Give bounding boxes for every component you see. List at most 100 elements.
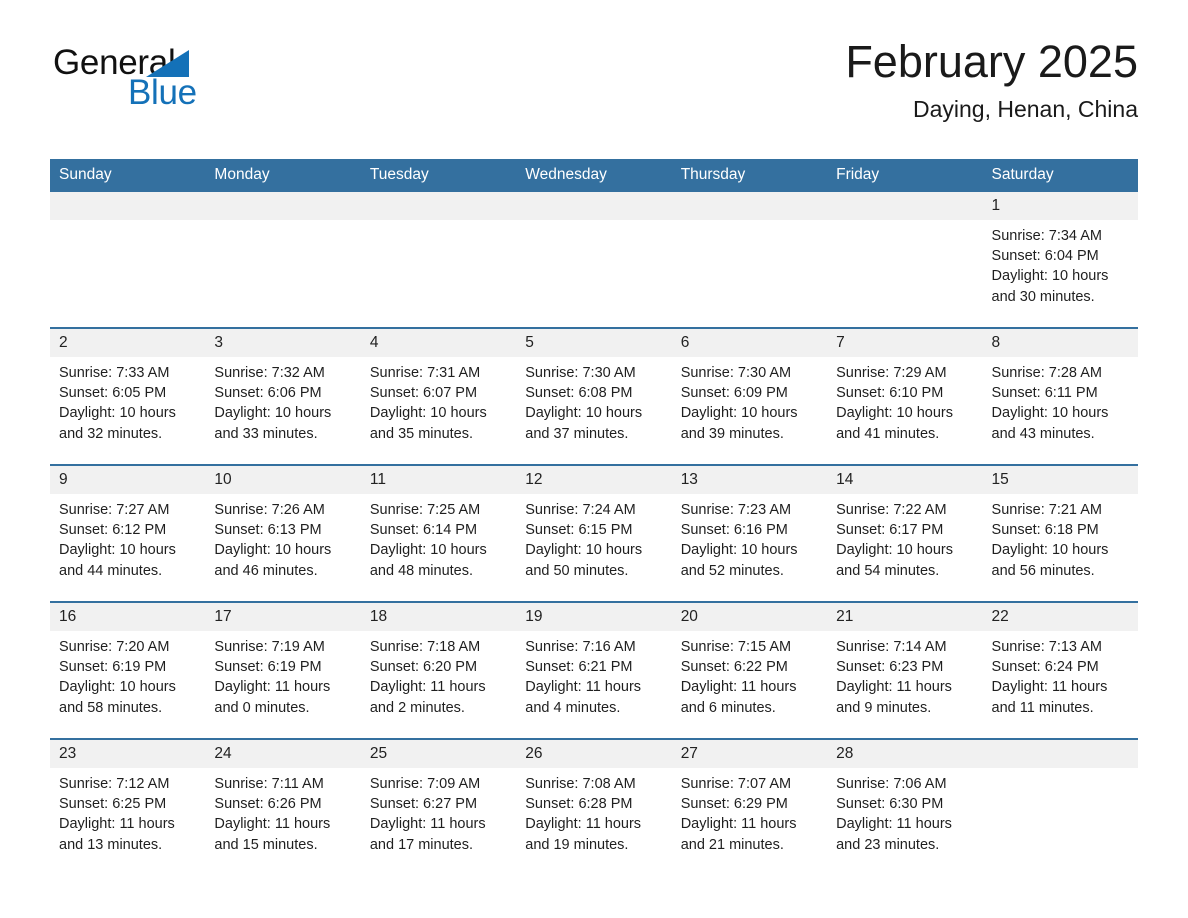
daylight-text: Daylight: 10 hours and 46 minutes. <box>214 542 332 579</box>
calendar-cell-inner <box>671 192 828 327</box>
daylight-text: Daylight: 11 hours and 19 minutes. <box>525 816 642 853</box>
day-number: 26 <box>516 740 672 768</box>
calendar-day-cell[interactable]: 11 Sunrise: 7:25 AM Sunset: 6:14 PM Dayligh… <box>360 464 517 602</box>
day-number <box>671 192 828 220</box>
calendar-cell-empty <box>982 738 1138 875</box>
daylight-text: Daylight: 11 hours and 17 minutes. <box>369 816 486 853</box>
calendar-cell-empty <box>360 192 517 328</box>
day-details: Sunrise: 7:32 AM Sunset: 6:06 PM Daylight:… <box>205 357 360 444</box>
calendar-cell-inner: 19 Sunrise: 7:16 AM Sunset: 6:21 PM Dayligh… <box>516 603 672 738</box>
calendar-day-cell[interactable]: 1 Sunrise: 7:34 AM Sunset: 6:04 PM Daylight… <box>982 192 1138 328</box>
day-details: Sunrise: 7:28 AM Sunset: 6:11 PM Daylight:… <box>983 357 1138 444</box>
sunrise-text: Sunrise: 7:25 AM <box>369 502 481 518</box>
calendar-day-cell[interactable]: 27 Sunrise: 7:07 AM Sunset: 6:29 PM Dayligh… <box>671 738 828 875</box>
calendar-day-cell[interactable]: 23 Sunrise: 7:12 AM Sunset: 6:25 PM Dayligh… <box>50 738 206 875</box>
calendar-day-cell[interactable]: 7 Sunrise: 7:29 AM Sunset: 6:10 PM Daylight… <box>827 327 983 465</box>
calendar-day-cell[interactable]: 25 Sunrise: 7:09 AM Sunset: 6:27 PM Dayligh… <box>360 738 517 875</box>
sunset-text: Sunset: 6:15 PM <box>525 522 633 539</box>
calendar-cell-inner: 2 Sunrise: 7:33 AM Sunset: 6:05 PM Daylight… <box>50 329 206 464</box>
sunrise-text: Sunrise: 7:23 AM <box>680 502 792 518</box>
sunrise-text: Sunrise: 7:06 AM <box>836 776 947 792</box>
sunset-text: Sunset: 6:11 PM <box>991 385 1098 402</box>
calendar-day-cell[interactable]: 4 Sunrise: 7:31 AM Sunset: 6:07 PM Daylight… <box>360 327 517 465</box>
daylight-text: Daylight: 10 hours and 43 minutes. <box>991 405 1109 442</box>
sunset-text: Sunset: 6:07 PM <box>369 385 478 402</box>
sunrise-text: Sunrise: 7:29 AM <box>836 365 947 381</box>
daylight-text: Daylight: 11 hours and 2 minutes. <box>369 679 486 716</box>
calendar-cell-inner: 25 Sunrise: 7:09 AM Sunset: 6:27 PM Dayligh… <box>360 740 517 875</box>
sunset-text: Sunset: 6:06 PM <box>214 385 322 402</box>
calendar-cell-inner: 8 Sunrise: 7:28 AM Sunset: 6:11 PM Daylight… <box>982 329 1138 464</box>
calendar-day-cell[interactable]: 14 Sunrise: 7:22 AM Sunset: 6:17 PM Dayligh… <box>827 464 983 602</box>
calendar-day-cell[interactable]: 9 Sunrise: 7:27 AM Sunset: 6:12 PM Daylight… <box>50 464 206 602</box>
calendar-day-cell[interactable]: 16 Sunrise: 7:20 AM Sunset: 6:19 PM Dayligh… <box>50 601 206 739</box>
calendar-day-cell[interactable]: 8 Sunrise: 7:28 AM Sunset: 6:11 PM Daylight… <box>982 327 1138 465</box>
daylight-text: Daylight: 10 hours and 30 minutes. <box>991 268 1109 305</box>
calendar-cell-inner <box>982 740 1138 875</box>
sunrise-text: Sunrise: 7:34 AM <box>991 228 1102 244</box>
day-details: Sunrise: 7:18 AM Sunset: 6:20 PM Daylight:… <box>361 631 516 718</box>
day-number: 16 <box>50 603 206 631</box>
calendar-day-cell[interactable]: 26 Sunrise: 7:08 AM Sunset: 6:28 PM Dayligh… <box>516 738 672 875</box>
sunrise-text: Sunrise: 7:11 AM <box>214 776 324 792</box>
day-details: Sunrise: 7:33 AM Sunset: 6:05 PM Daylight:… <box>50 357 205 444</box>
calendar-cell-inner: 11 Sunrise: 7:25 AM Sunset: 6:14 PM Dayligh… <box>360 466 517 601</box>
calendar-day-cell[interactable]: 12 Sunrise: 7:24 AM Sunset: 6:15 PM Dayligh… <box>516 464 672 602</box>
calendar-day-cell[interactable]: 2 Sunrise: 7:33 AM Sunset: 6:05 PM Daylight… <box>50 327 206 465</box>
calendar-week-row: 1 Sunrise: 7:34 AM Sunset: 6:04 PM Daylight… <box>50 192 1138 328</box>
generalblue-logo[interactable]: General Blue <box>50 44 260 112</box>
location-subtitle: Daying, Henan, China <box>912 96 1138 122</box>
calendar-cell-inner <box>827 192 983 327</box>
calendar-week-row: 23 Sunrise: 7:12 AM Sunset: 6:25 PM Dayligh… <box>50 738 1138 875</box>
calendar-day-cell[interactable]: 15 Sunrise: 7:21 AM Sunset: 6:18 PM Dayligh… <box>982 464 1138 602</box>
daylight-text: Daylight: 10 hours and 35 minutes. <box>369 405 487 442</box>
sunrise-text: Sunrise: 7:13 AM <box>991 639 1102 655</box>
sunset-text: Sunset: 6:19 PM <box>214 659 322 676</box>
calendar-day-cell[interactable]: 17 Sunrise: 7:19 AM Sunset: 6:19 PM Dayligh… <box>205 601 361 739</box>
daylight-text: Daylight: 10 hours and 56 minutes. <box>991 542 1109 579</box>
calendar-day-cell[interactable]: 19 Sunrise: 7:16 AM Sunset: 6:21 PM Dayligh… <box>516 601 672 739</box>
day-number: 12 <box>516 466 672 494</box>
sunset-text: Sunset: 6:18 PM <box>991 522 1099 539</box>
sunset-text: Sunset: 6:09 PM <box>680 385 788 402</box>
sunset-text: Sunset: 6:04 PM <box>991 248 1099 265</box>
sunrise-text: Sunrise: 7:28 AM <box>991 365 1102 381</box>
day-number: 25 <box>360 740 517 768</box>
sunrise-text: Sunrise: 7:20 AM <box>59 639 170 655</box>
calendar-cell-inner: 27 Sunrise: 7:07 AM Sunset: 6:29 PM Dayligh… <box>671 740 828 875</box>
calendar-day-cell[interactable]: 10 Sunrise: 7:26 AM Sunset: 6:13 PM Dayligh… <box>205 464 361 602</box>
day-details: Sunrise: 7:06 AM Sunset: 6:30 PM Daylight:… <box>827 768 982 855</box>
daylight-text: Daylight: 10 hours and 32 minutes. <box>59 405 176 442</box>
daylight-text: Daylight: 11 hours and 9 minutes. <box>836 679 952 716</box>
weekday-header-sunday: Sunday <box>50 159 206 192</box>
calendar-cell-inner <box>360 192 517 327</box>
sunrise-text: Sunrise: 7:32 AM <box>214 365 325 381</box>
day-details: Sunrise: 7:24 AM Sunset: 6:15 PM Daylight:… <box>516 494 671 581</box>
calendar-cell-empty <box>205 192 361 328</box>
calendar-day-cell[interactable]: 5 Sunrise: 7:30 AM Sunset: 6:08 PM Daylight… <box>516 327 672 465</box>
day-details: Sunrise: 7:26 AM Sunset: 6:13 PM Daylight:… <box>205 494 360 581</box>
day-number: 15 <box>982 466 1138 494</box>
calendar-day-cell[interactable]: 3 Sunrise: 7:32 AM Sunset: 6:06 PM Daylight… <box>205 327 361 465</box>
calendar-day-cell[interactable]: 24 Sunrise: 7:11 AM Sunset: 6:26 PM Dayligh… <box>205 738 361 875</box>
daylight-text: Daylight: 11 hours and 6 minutes. <box>680 679 797 716</box>
sunset-text: Sunset: 6:24 PM <box>991 659 1099 676</box>
calendar-day-cell[interactable]: 20 Sunrise: 7:15 AM Sunset: 6:22 PM Dayligh… <box>671 601 828 739</box>
sunset-text: Sunset: 6:20 PM <box>369 659 478 676</box>
sunset-text: Sunset: 6:23 PM <box>836 659 944 676</box>
calendar-week-row: 16 Sunrise: 7:20 AM Sunset: 6:19 PM Dayligh… <box>50 601 1138 739</box>
calendar-day-cell[interactable]: 13 Sunrise: 7:23 AM Sunset: 6:16 PM Dayligh… <box>671 464 828 602</box>
calendar-day-cell[interactable]: 22 Sunrise: 7:13 AM Sunset: 6:24 PM Dayligh… <box>982 601 1138 739</box>
day-details: Sunrise: 7:22 AM Sunset: 6:17 PM Daylight:… <box>827 494 982 581</box>
daylight-text: Daylight: 11 hours and 4 minutes. <box>525 679 642 716</box>
calendar-day-cell[interactable]: 6 Sunrise: 7:30 AM Sunset: 6:09 PM Daylight… <box>671 327 828 465</box>
day-details: Sunrise: 7:12 AM Sunset: 6:25 PM Daylight:… <box>50 768 205 855</box>
calendar-day-cell[interactable]: 18 Sunrise: 7:18 AM Sunset: 6:20 PM Dayligh… <box>360 601 517 739</box>
calendar-day-cell[interactable]: 21 Sunrise: 7:14 AM Sunset: 6:23 PM Dayligh… <box>827 601 983 739</box>
calendar-day-cell[interactable]: 28 Sunrise: 7:06 AM Sunset: 6:30 PM Dayligh… <box>827 738 983 875</box>
sunrise-text: Sunrise: 7:31 AM <box>369 365 481 381</box>
daylight-text: Daylight: 10 hours and 33 minutes. <box>214 405 332 442</box>
sunrise-text: Sunrise: 7:18 AM <box>369 639 481 655</box>
calendar-cell-inner: 9 Sunrise: 7:27 AM Sunset: 6:12 PM Daylight… <box>50 466 206 601</box>
daylight-text: Daylight: 11 hours and 21 minutes. <box>680 816 797 853</box>
